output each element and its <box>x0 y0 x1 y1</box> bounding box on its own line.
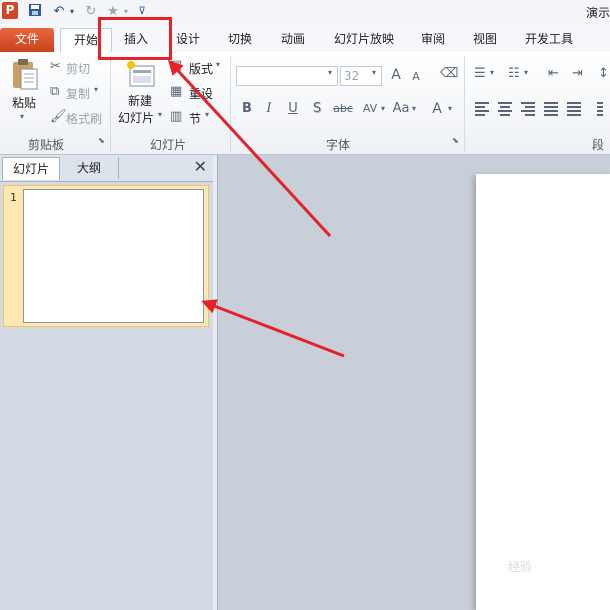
format-painter-icon: 🖌 <box>50 109 67 124</box>
underline-button[interactable]: U <box>284 100 302 118</box>
align-center-icon[interactable] <box>497 100 515 118</box>
group-separator <box>110 56 111 152</box>
increase-indent-icon[interactable]: ⇥ <box>572 66 583 81</box>
layout-dropdown-icon[interactable]: ▾ <box>216 60 220 69</box>
group-separator <box>230 56 231 152</box>
document-title: 演示 <box>585 6 610 20</box>
italic-button[interactable]: I <box>260 100 278 118</box>
tab-slideshow[interactable]: 幻灯片放映 <box>327 28 401 52</box>
slide-number: 1 <box>10 191 17 204</box>
cut-button[interactable]: 剪切 <box>66 60 90 77</box>
close-icon[interactable]: ✕ <box>194 157 207 176</box>
section-button[interactable]: 节 <box>189 110 201 127</box>
powerpoint-logo-icon: P <box>2 2 18 19</box>
new-slide-icon[interactable] <box>126 60 156 91</box>
copy-dropdown-icon[interactable]: ▾ <box>94 85 98 94</box>
columns-icon[interactable] <box>596 100 610 118</box>
clear-formatting-icon[interactable]: ⌫ <box>440 66 458 81</box>
ribbon-tab-row: 文件 开始 插入 设计 切换 动画 幻灯片放映 审阅 视图 开发工具 <box>0 24 610 53</box>
align-left-icon[interactable] <box>474 100 492 118</box>
bold-button[interactable]: B <box>238 100 256 118</box>
tab-file[interactable]: 文件 <box>0 28 54 52</box>
ribbon-panel: 粘贴 ▾ ✂ 剪切 ⧉ 复制 ▾ 🖌 格式刷 剪贴板 ⬊ 新建 幻灯片 ▾ ▤ … <box>0 52 610 169</box>
insert-tab-highlight-box <box>98 17 172 60</box>
font-color-button[interactable]: A <box>428 100 446 118</box>
numbering-icon[interactable]: ☷ <box>508 66 520 81</box>
font-group-label: 字体 <box>326 138 351 152</box>
reset-icon: ▦ <box>170 84 183 99</box>
clipboard-launcher-icon[interactable]: ⬊ <box>98 136 105 145</box>
tab-developer[interactable]: 开发工具 <box>518 28 580 52</box>
pane-tab-slides[interactable]: 幻灯片 <box>2 157 60 180</box>
pane-tab-outline[interactable]: 大纲 <box>60 157 119 179</box>
strikethrough-button[interactable]: abc <box>331 100 355 118</box>
spacing-dropdown-icon[interactable]: ▾ <box>381 104 385 113</box>
layout-icon: ▤ <box>170 58 183 73</box>
bullets-dropdown-icon[interactable]: ▾ <box>490 68 494 77</box>
reset-button[interactable]: 重设 <box>189 85 213 102</box>
decrease-indent-icon[interactable]: ⇤ <box>548 66 559 81</box>
copy-button[interactable]: 复制 <box>66 85 90 102</box>
save-icon[interactable] <box>26 3 44 21</box>
change-case-button[interactable]: Aa <box>390 100 412 118</box>
format-painter-button[interactable]: 格式刷 <box>66 110 102 127</box>
distributed-icon[interactable] <box>566 100 584 118</box>
copy-icon: ⧉ <box>50 84 60 99</box>
tab-transitions[interactable]: 切换 <box>218 28 262 52</box>
section-icon: ▥ <box>170 109 183 124</box>
font-name-select[interactable] <box>236 66 338 86</box>
justify-icon[interactable] <box>543 100 561 118</box>
new-slide-button-line1[interactable]: 新建 <box>128 92 152 109</box>
slides-group-label: 幻灯片 <box>150 138 187 152</box>
paste-icon[interactable] <box>10 58 40 95</box>
tab-view[interactable]: 视图 <box>463 28 507 52</box>
character-spacing-button[interactable]: AV <box>359 100 381 118</box>
shrink-font-button[interactable]: A <box>407 68 425 86</box>
slide-canvas[interactable] <box>476 174 610 610</box>
slide-thumbnail[interactable] <box>23 189 204 323</box>
numbering-dropdown-icon[interactable]: ▾ <box>524 68 528 77</box>
undo-icon[interactable]: ↶ <box>50 3 68 21</box>
pane-tab-bar: 幻灯片 大纲 ✕ <box>0 155 213 182</box>
new-slide-dropdown-icon[interactable]: ▾ <box>158 110 162 119</box>
group-separator <box>464 56 465 152</box>
font-name-dropdown-icon[interactable]: ▾ <box>328 68 332 77</box>
undo-dropdown-icon[interactable]: ▾ <box>68 3 76 21</box>
scissors-icon: ✂ <box>50 59 61 74</box>
grow-font-button[interactable]: A <box>387 66 405 84</box>
title-bar: P ↶ ▾ ↻ ★ ▾ ⊽ 演示 <box>0 0 610 25</box>
section-dropdown-icon[interactable]: ▾ <box>205 110 209 119</box>
paste-dropdown-icon[interactable]: ▾ <box>20 112 24 121</box>
clipboard-group-label: 剪贴板 <box>28 138 65 152</box>
font-color-dropdown-icon[interactable]: ▾ <box>448 104 452 113</box>
paste-button[interactable]: 粘贴 <box>12 94 36 111</box>
tab-review[interactable]: 审阅 <box>411 28 455 52</box>
watermark: 经验 <box>508 560 533 574</box>
line-spacing-icon[interactable]: ↕ <box>598 66 609 81</box>
tab-design[interactable]: 设计 <box>166 28 210 52</box>
bullets-icon[interactable]: ☰ <box>474 66 486 81</box>
case-dropdown-icon[interactable]: ▾ <box>412 104 416 113</box>
tab-animations[interactable]: 动画 <box>271 28 315 52</box>
slides-pane: 幻灯片 大纲 ✕ 1 <box>0 155 214 610</box>
font-size-dropdown-icon[interactable]: ▾ <box>372 68 376 77</box>
text-shadow-button[interactable]: S <box>308 100 326 118</box>
layout-button[interactable]: 版式 <box>189 60 213 77</box>
font-launcher-icon[interactable]: ⬊ <box>452 136 459 145</box>
new-slide-button-line2[interactable]: 幻灯片 <box>118 109 154 126</box>
align-right-icon[interactable] <box>520 100 538 118</box>
